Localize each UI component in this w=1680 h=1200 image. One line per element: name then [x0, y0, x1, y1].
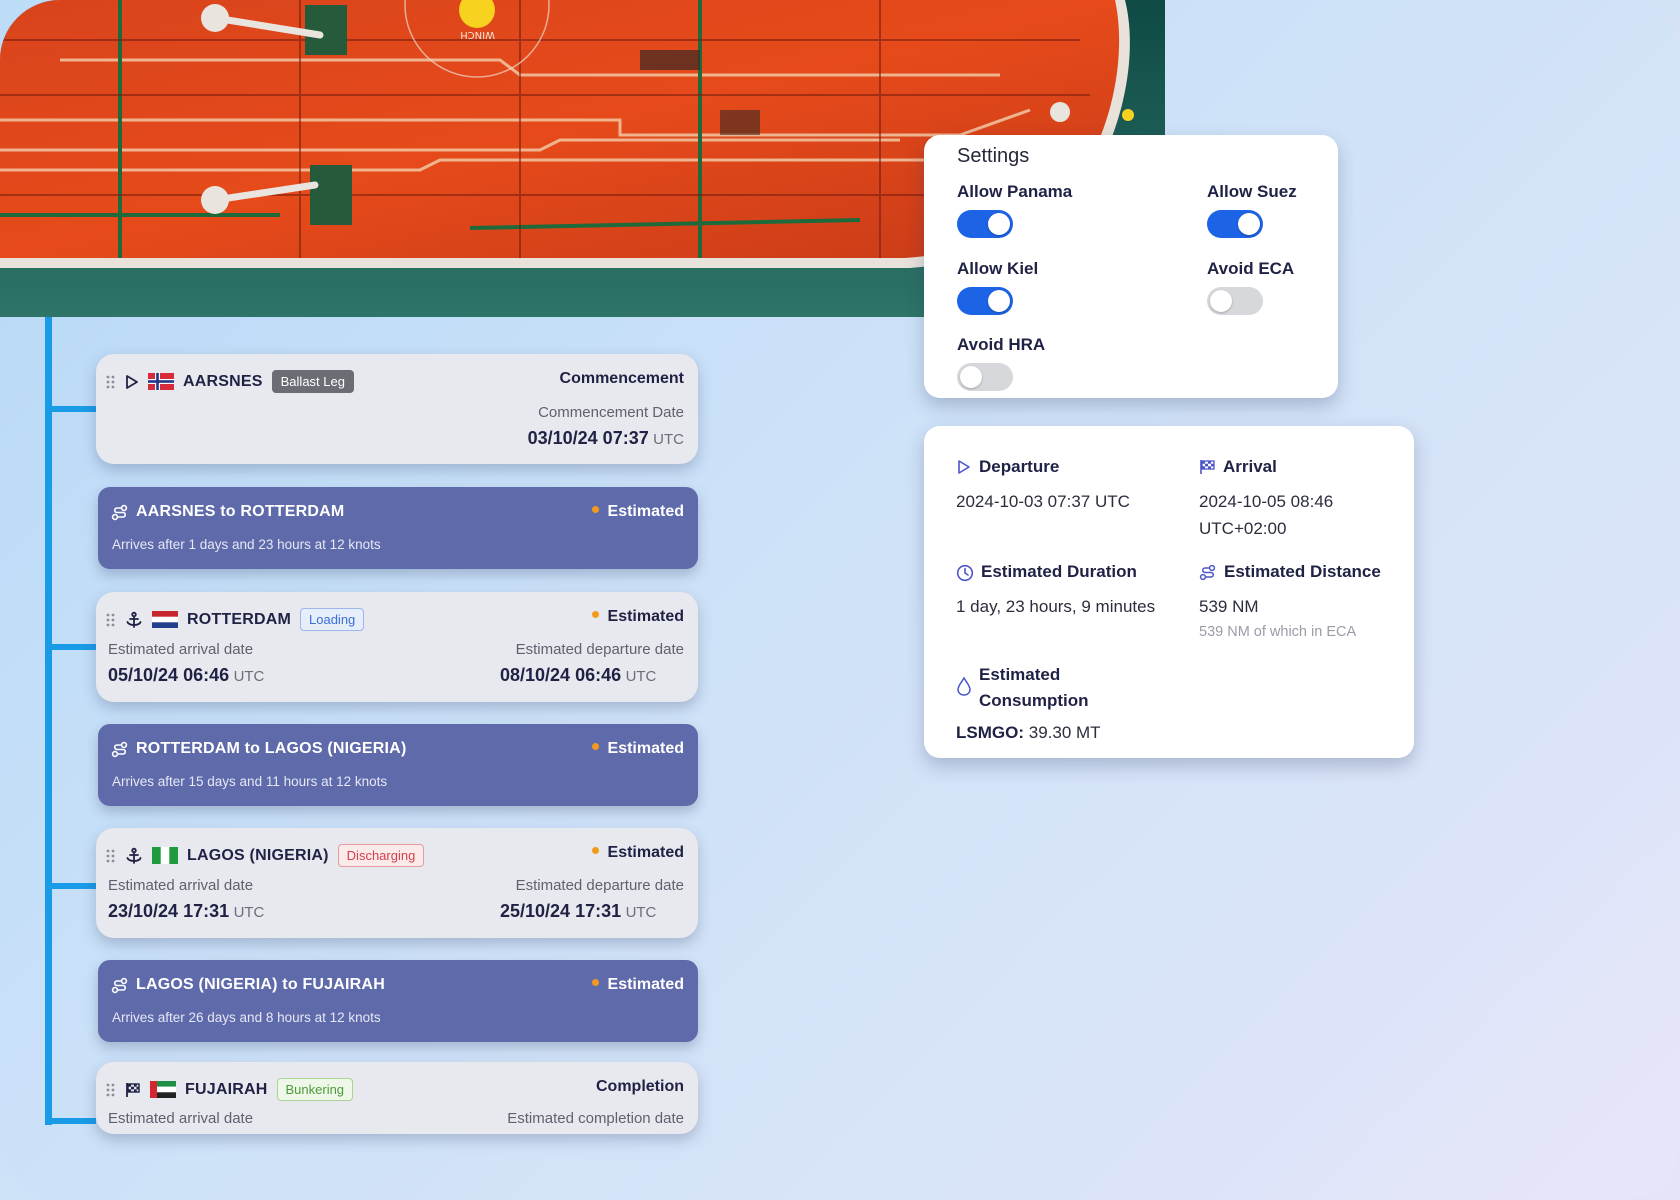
- distance-value: 539 NM: [1199, 597, 1259, 616]
- drag-handle-icon[interactable]: [106, 613, 116, 627]
- leg-status: Estimated: [591, 503, 684, 521]
- timeline-line: [45, 317, 52, 1125]
- option-allow-suez: Allow Suez: [1207, 182, 1297, 238]
- voyage-leg-lagos-fujairah[interactable]: LAGOS (NIGERIA) to FUJAIRAH Estimated Ar…: [98, 960, 698, 1042]
- departure-value: 2024-10-03 07:37 UTC: [956, 492, 1130, 511]
- eca-distance-note: 539 NM of which in ECA: [1199, 624, 1357, 640]
- port-card-rotterdam[interactable]: ROTTERDAM Loading Estimated Estimated ar…: [96, 592, 698, 702]
- drag-handle-icon[interactable]: [106, 1083, 116, 1097]
- svg-text:WINCH: WINCH: [460, 29, 495, 40]
- commencement-date[interactable]: 03/10/24 07:37 UTC: [528, 428, 684, 449]
- arrival-date[interactable]: 05/10/24 06:46 UTC: [108, 665, 264, 686]
- drag-handle-icon[interactable]: [106, 849, 116, 863]
- arrival-date[interactable]: 23/10/24 17:31 UTC: [108, 901, 264, 922]
- voyage-summary-panel: Departure 2024-10-03 07:37 UTC Arrival 2…: [924, 426, 1414, 758]
- distance-summary: Estimated Distance 539 NM 539 NM of whic…: [1199, 562, 1381, 640]
- timeline-connector: [45, 883, 96, 889]
- leg-status: Estimated: [591, 740, 684, 758]
- play-icon: [958, 460, 970, 474]
- port-card-fujairah[interactable]: FUJAIRAH Bunkering Completion Estimated …: [96, 1062, 698, 1134]
- settings-panel: Settings Allow Panama Allow Suez Allow K…: [924, 135, 1338, 398]
- leg-description: Arrives after 15 days and 11 hours at 12…: [112, 774, 388, 789]
- play-icon: [126, 374, 138, 389]
- port-name: AARSNES: [183, 372, 263, 390]
- operation-badge: Bunkering: [276, 1078, 354, 1101]
- departure-date[interactable]: 25/10/24 17:31 UTC: [500, 901, 656, 922]
- checkered-flag-icon: [126, 1082, 140, 1097]
- commencement-date-label: Commencement Date: [538, 404, 684, 421]
- leg-description: Arrives after 1 days and 23 hours at 12 …: [112, 537, 381, 552]
- allow-suez-toggle[interactable]: [1207, 210, 1263, 238]
- duration-value: 1 day, 23 hours, 9 minutes: [956, 597, 1156, 616]
- departure-summary: Departure 2024-10-03 07:37 UTC: [956, 454, 1130, 515]
- port-name: ROTTERDAM: [187, 610, 292, 628]
- duration-summary: Estimated Duration 1 day, 23 hours, 9 mi…: [956, 559, 1155, 620]
- port-name: LAGOS (NIGERIA): [187, 846, 329, 864]
- settings-title: Settings: [957, 145, 1030, 167]
- norway-flag-icon: [148, 373, 174, 390]
- anchor-icon: [126, 847, 142, 864]
- departure-date[interactable]: 08/10/24 06:46 UTC: [500, 665, 656, 686]
- leg-status: Estimated: [591, 976, 684, 994]
- consumption-summary: Estimated Consumption LSMGO: 39.30 MT: [956, 662, 1101, 746]
- stop-type-label: Commencement: [559, 370, 684, 387]
- arrival-value: 2024-10-05 08:46 UTC+02:00: [1199, 492, 1334, 538]
- app-canvas: WINCH AARSNES Ballast Leg Commencement C…: [0, 0, 1680, 1200]
- option-allow-panama: Allow Panama: [957, 182, 1072, 238]
- arrival-summary: Arrival 2024-10-05 08:46 UTC+02:00: [1199, 454, 1333, 542]
- consumption-value: LSMGO: 39.30 MT: [956, 723, 1101, 742]
- departure-date-label: Estimated departure date: [515, 641, 684, 658]
- avoid-hra-toggle[interactable]: [957, 363, 1013, 391]
- route-icon: [111, 741, 128, 758]
- voyage-leg-aarsnes-rotterdam[interactable]: AARSNES to ROTTERDAM Estimated Arrives a…: [98, 487, 698, 569]
- operation-badge: Loading: [300, 608, 365, 631]
- leg-title: AARSNES to ROTTERDAM: [136, 503, 345, 520]
- drag-handle-icon[interactable]: [106, 375, 116, 389]
- leg-type-badge: Ballast Leg: [271, 370, 354, 393]
- route-icon: [111, 977, 128, 994]
- checkered-flag-icon: [1200, 460, 1215, 474]
- timeline-connector: [45, 406, 96, 412]
- port-card-aarsnes[interactable]: AARSNES Ballast Leg Commencement Commenc…: [96, 354, 698, 464]
- clock-icon: [956, 564, 974, 582]
- fuel-drop-icon: [957, 676, 971, 696]
- netherlands-flag-icon: [152, 611, 178, 628]
- avoid-eca-toggle[interactable]: [1207, 287, 1263, 315]
- departure-date-label: Estimated departure date: [515, 877, 684, 894]
- timeline-connector: [45, 1118, 96, 1124]
- option-allow-kiel: Allow Kiel: [957, 259, 1038, 315]
- leg-title: LAGOS (NIGERIA) to FUJAIRAH: [136, 976, 385, 993]
- arrival-date-label: Estimated arrival date: [108, 1110, 254, 1127]
- route-icon: [111, 504, 128, 521]
- uae-flag-icon: [150, 1081, 176, 1098]
- option-avoid-hra: Avoid HRA: [957, 335, 1045, 391]
- arrival-date-label: Estimated arrival date: [108, 877, 254, 894]
- allow-panama-toggle[interactable]: [957, 210, 1013, 238]
- voyage-leg-rotterdam-lagos[interactable]: ROTTERDAM to LAGOS (NIGERIA) Estimated A…: [98, 724, 698, 806]
- port-card-lagos[interactable]: LAGOS (NIGERIA) Discharging Estimated Es…: [96, 828, 698, 938]
- anchor-icon: [126, 611, 142, 628]
- option-avoid-eca: Avoid ECA: [1207, 259, 1294, 315]
- nigeria-flag-icon: [152, 847, 178, 864]
- route-icon: [1199, 564, 1216, 581]
- port-status: Estimated: [591, 844, 684, 862]
- port-name: FUJAIRAH: [185, 1080, 268, 1098]
- port-status: Estimated: [591, 608, 684, 626]
- operation-badge: Discharging: [337, 844, 425, 867]
- timeline-connector: [45, 644, 96, 650]
- completion-date-label: Estimated completion date: [507, 1110, 684, 1127]
- allow-kiel-toggle[interactable]: [957, 287, 1013, 315]
- leg-title: ROTTERDAM to LAGOS (NIGERIA): [136, 740, 407, 757]
- leg-description: Arrives after 26 days and 8 hours at 12 …: [112, 1010, 381, 1025]
- arrival-date-label: Estimated arrival date: [108, 641, 254, 658]
- stop-type-label: Completion: [596, 1078, 684, 1095]
